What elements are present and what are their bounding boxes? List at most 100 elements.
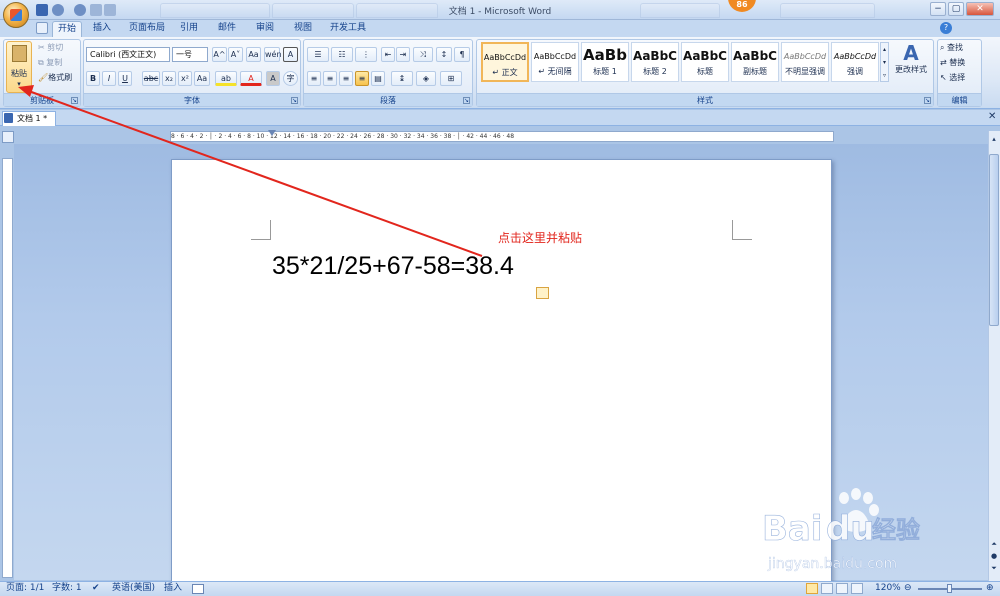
superscript-button[interactable]: x²: [178, 71, 192, 86]
bullets-icon[interactable]: ☰: [307, 47, 329, 62]
paste-dropdown-icon[interactable]: ▾: [7, 80, 31, 88]
copy-button[interactable]: ⧉ 复制: [38, 57, 62, 68]
scroll-up-icon[interactable]: ▴: [989, 135, 999, 147]
tab-developer[interactable]: 开发工具: [326, 21, 370, 37]
phonetic-guide-button[interactable]: wén: [264, 47, 282, 62]
office-button[interactable]: [3, 2, 29, 28]
paragraph-launcher-icon[interactable]: ↘: [463, 97, 470, 104]
subscript-button[interactable]: x₂: [162, 71, 176, 86]
change-styles-button[interactable]: A 更改样式: [892, 42, 930, 86]
borders-icon[interactable]: ⊞: [440, 71, 462, 86]
style-name: ↵ 正文: [492, 68, 518, 77]
style-heading-2[interactable]: AaBbC 标题 2: [631, 42, 679, 82]
tab-references[interactable]: 引用: [176, 21, 202, 37]
full-screen-view-icon[interactable]: [821, 583, 833, 594]
clear-format-button[interactable]: Aa: [246, 47, 261, 62]
increase-indent-icon[interactable]: ⇥: [396, 47, 410, 62]
vertical-ruler[interactable]: [2, 158, 13, 578]
tab-mailings[interactable]: 邮件: [214, 21, 240, 37]
print-layout-view-icon[interactable]: [806, 583, 818, 594]
page-indicator[interactable]: 页面: 1/1: [6, 582, 44, 595]
tab-home[interactable]: 开始: [52, 21, 82, 37]
char-shading-button[interactable]: A: [266, 71, 280, 86]
strikethrough-button[interactable]: abc: [142, 71, 160, 86]
align-left-icon[interactable]: ≡: [307, 71, 321, 86]
maximize-button[interactable]: ▢: [948, 2, 964, 16]
underline-button[interactable]: U: [118, 71, 132, 86]
font-size-select[interactable]: 一号: [172, 47, 208, 62]
insert-mode[interactable]: 插入: [164, 582, 182, 595]
styles-launcher-icon[interactable]: ↘: [924, 97, 931, 104]
shrink-font-button[interactable]: A˅: [228, 47, 243, 62]
distribute-icon[interactable]: ▤: [371, 71, 385, 86]
close-button[interactable]: ✕: [966, 2, 994, 16]
multilevel-list-icon[interactable]: ⋮: [355, 47, 377, 62]
next-page-icon[interactable]: ⏷: [989, 564, 999, 576]
cut-button[interactable]: ✂ 剪切: [38, 42, 63, 53]
zoom-out-icon[interactable]: ⊖: [904, 582, 912, 595]
find-label: 查找: [947, 43, 964, 52]
zoom-level[interactable]: 120%: [875, 582, 901, 595]
chinese-layout-icon[interactable]: ⤨: [413, 47, 433, 62]
align-right-icon[interactable]: ≡: [339, 71, 353, 86]
change-case-button[interactable]: Aa: [194, 71, 210, 86]
char-border-button[interactable]: A: [283, 47, 298, 62]
customize-qat-icon[interactable]: [36, 22, 48, 34]
grow-font-button[interactable]: A^: [212, 47, 227, 62]
enclose-char-button[interactable]: 字: [283, 71, 298, 86]
sort-icon[interactable]: ↕: [436, 47, 452, 62]
show-marks-icon[interactable]: ¶: [454, 47, 470, 62]
language-indicator[interactable]: 英语(美国): [112, 582, 155, 595]
italic-button[interactable]: I: [102, 71, 116, 86]
font-color-button[interactable]: A: [240, 71, 262, 86]
taskbar-tab[interactable]: [640, 3, 720, 18]
tab-stop-selector[interactable]: [2, 131, 14, 143]
close-document-icon[interactable]: ✕: [988, 111, 996, 122]
scrollbar-thumb[interactable]: [989, 154, 999, 326]
browse-object-icon[interactable]: ●: [989, 552, 999, 564]
style-subtle-emphasis[interactable]: AaBbCcDd 不明显强调: [781, 42, 829, 82]
web-layout-view-icon[interactable]: [836, 583, 848, 594]
style-no-spacing[interactable]: AaBbCcDd ↵ 无间隔: [531, 42, 579, 82]
zoom-in-icon[interactable]: ⊕: [986, 582, 994, 595]
tab-insert[interactable]: 插入: [88, 21, 116, 37]
font-launcher-icon[interactable]: ↘: [291, 97, 298, 104]
outline-view-icon[interactable]: [851, 583, 863, 594]
format-painter-button[interactable]: 🖌格式刷: [38, 72, 72, 83]
taskbar-tab[interactable]: [780, 3, 875, 18]
paste-options-icon[interactable]: [536, 287, 549, 299]
style-normal[interactable]: AaBbCcDd ↵ 正文: [481, 42, 529, 82]
styles-scroll-icon[interactable]: ▴ ▾ ▿: [880, 42, 889, 82]
bold-button[interactable]: B: [86, 71, 100, 86]
align-center-icon[interactable]: ≡: [323, 71, 337, 86]
help-icon[interactable]: ?: [940, 22, 952, 34]
style-heading-1[interactable]: AaBb 标题 1: [581, 42, 629, 82]
minimize-button[interactable]: −: [930, 2, 946, 16]
numbering-icon[interactable]: ☷: [331, 47, 353, 62]
style-emphasis[interactable]: AaBbCcDd 强调: [831, 42, 879, 82]
indent-marker-icon[interactable]: [268, 130, 276, 138]
tab-review[interactable]: 审阅: [252, 21, 278, 37]
word-count[interactable]: 字数: 1: [52, 582, 82, 595]
zoom-slider-thumb[interactable]: [947, 584, 952, 593]
paste-button[interactable]: 粘贴 ▾: [6, 41, 32, 93]
prev-page-icon[interactable]: ⏶: [989, 540, 999, 552]
find-button[interactable]: ⌕ 查找: [940, 42, 963, 53]
tab-page-layout[interactable]: 页面布局: [124, 21, 170, 37]
line-spacing-icon[interactable]: ↨: [391, 71, 413, 86]
shading-icon[interactable]: ◈: [416, 71, 436, 86]
clipboard-launcher-icon[interactable]: ↘: [71, 97, 78, 104]
replace-button[interactable]: ⇄ 替换: [940, 57, 965, 68]
style-title[interactable]: AaBbC 标题: [681, 42, 729, 82]
proofing-icon[interactable]: ✔: [92, 582, 100, 595]
justify-icon[interactable]: ≡: [355, 71, 369, 86]
decrease-indent-icon[interactable]: ⇤: [381, 47, 395, 62]
tab-view[interactable]: 视图: [290, 21, 316, 37]
document-content[interactable]: 35*21/25+67-58=38.4: [272, 252, 514, 281]
macro-record-icon[interactable]: [192, 584, 204, 594]
style-sample: AaBbC: [683, 49, 727, 63]
font-name-select[interactable]: Calibri (西文正文): [86, 47, 170, 62]
select-button[interactable]: ↖ 选择: [940, 72, 965, 83]
style-subtitle[interactable]: AaBbC 副标题: [731, 42, 779, 82]
highlight-button[interactable]: ab: [215, 71, 237, 86]
